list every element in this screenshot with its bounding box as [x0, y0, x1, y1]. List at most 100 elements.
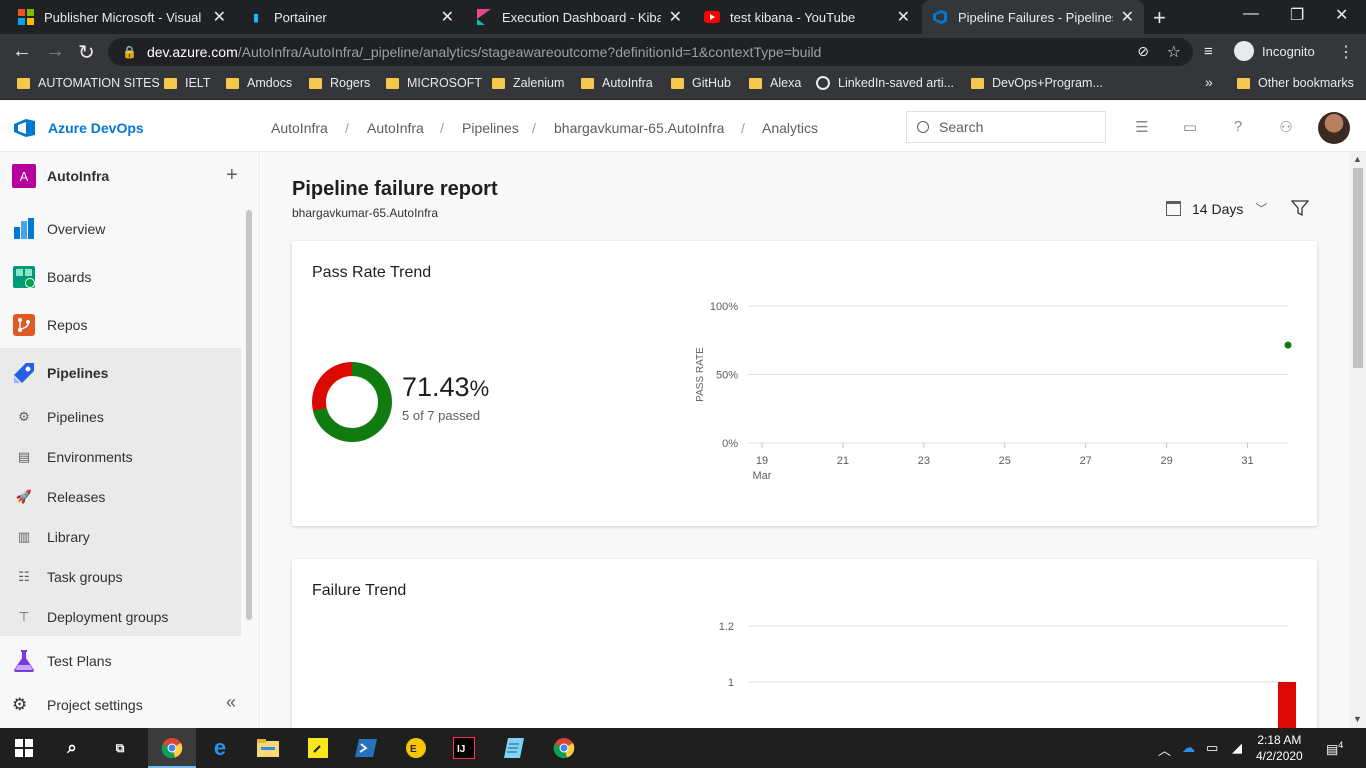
- sidebar-subitem-library[interactable]: ▥ Library: [0, 517, 241, 557]
- data-point[interactable]: [1284, 341, 1292, 349]
- restore-button[interactable]: ❐: [1290, 5, 1304, 25]
- incognito-indicator[interactable]: Incognito: [1234, 41, 1315, 61]
- close-window-button[interactable]: ✕: [1335, 5, 1348, 25]
- scrollbar-thumb[interactable]: [1353, 168, 1363, 368]
- filter-icon[interactable]: [1291, 199, 1309, 217]
- breadcrumb-project[interactable]: AutoInfra: [367, 120, 424, 136]
- clock-date: 4/2/2020: [1256, 749, 1303, 763]
- bookmark-item[interactable]: LinkedIn-saved arti...: [816, 76, 954, 90]
- help-icon[interactable]: ?: [1229, 118, 1247, 136]
- project-header[interactable]: A AutoInfra: [12, 164, 109, 188]
- blocked-cookies-icon[interactable]: ⊘: [1137, 43, 1149, 60]
- sidebar-item-test-plans[interactable]: Test Plans: [0, 641, 241, 681]
- bookmark-label: GitHub: [692, 76, 731, 90]
- forward-icon[interactable]: →: [45, 40, 65, 63]
- marketplace-bag-icon[interactable]: ▭: [1181, 118, 1199, 136]
- close-tab-icon[interactable]: ✕: [1121, 7, 1134, 27]
- close-tab-icon[interactable]: ✕: [213, 7, 226, 27]
- scroll-down-arrow-icon[interactable]: ▼: [1353, 714, 1362, 724]
- bookmark-item[interactable]: Amdocs: [226, 76, 292, 90]
- new-tab-button[interactable]: +: [1153, 5, 1166, 31]
- sidebar-subitem-releases[interactable]: 🚀 Releases: [0, 477, 241, 517]
- sidebar-subitem-pipelines[interactable]: ⚙ Pipelines: [0, 397, 241, 437]
- browser-tab-2[interactable]: Execution Dashboard - Kibana ✕: [466, 0, 692, 34]
- sidebar-item-label: Pipelines: [47, 365, 109, 381]
- sticky-notes-icon[interactable]: [306, 736, 330, 760]
- system-clock[interactable]: 2:18 AM 4/2/2020: [1256, 732, 1303, 764]
- sidebar-scrollbar[interactable]: [246, 210, 252, 620]
- bookmark-item[interactable]: Rogers: [309, 76, 370, 90]
- intellij-icon[interactable]: IJ: [452, 736, 476, 760]
- edge-icon[interactable]: e: [208, 735, 232, 760]
- windows-start-icon[interactable]: [12, 736, 36, 760]
- reload-icon[interactable]: ↻: [78, 40, 95, 65]
- tab-title: Portainer: [274, 9, 327, 25]
- breadcrumb-pipeline-name[interactable]: bhargavkumar-65.AutoInfra: [554, 120, 724, 136]
- close-tab-icon[interactable]: ✕: [669, 7, 682, 27]
- sidebar-subitem-environments[interactable]: ▤ Environments: [0, 437, 241, 477]
- notepad-icon[interactable]: [502, 736, 526, 760]
- sidebar-subitem-task-groups[interactable]: ☷ Task groups: [0, 557, 241, 597]
- sidebar-subitem-deployment-groups[interactable]: ⊤ Deployment groups: [0, 597, 241, 637]
- onedrive-icon[interactable]: ☁: [1182, 740, 1195, 756]
- date-range-label: 14 Days: [1192, 200, 1244, 217]
- notification-icon[interactable]: ▤4: [1326, 740, 1343, 757]
- date-range-dropdown[interactable]: 14 Days ﹀: [1166, 200, 1267, 217]
- bookmark-star-icon[interactable]: ☆: [1167, 42, 1181, 62]
- scroll-up-arrow-icon[interactable]: ▲: [1353, 154, 1362, 164]
- brand-name[interactable]: Azure DevOps: [48, 120, 144, 136]
- url-field[interactable]: 🔒 dev.azure.com/AutoInfra/AutoInfra/_pip…: [108, 38, 1193, 66]
- sidebar-item-overview[interactable]: Overview: [0, 209, 241, 249]
- close-tab-icon[interactable]: ✕: [897, 7, 910, 27]
- bookmark-label: Zalenium: [513, 76, 565, 90]
- wifi-icon[interactable]: ◢: [1232, 740, 1242, 756]
- azure-devops-logo-icon[interactable]: [14, 118, 36, 138]
- tray-chevron-icon[interactable]: ︿: [1158, 740, 1171, 759]
- browser-menu-icon[interactable]: ⋮: [1338, 42, 1354, 62]
- bookmarks-overflow-button[interactable]: »: [1205, 74, 1213, 90]
- file-explorer-icon[interactable]: [256, 736, 280, 760]
- sidebar-item-project-settings[interactable]: ⚙ Project settings: [0, 685, 241, 725]
- bookmark-item[interactable]: IELT: [164, 76, 210, 90]
- search-icon[interactable]: ⌕: [60, 736, 84, 760]
- close-tab-icon[interactable]: ✕: [441, 7, 454, 27]
- bookmark-item[interactable]: AutoInfra: [581, 76, 653, 90]
- avatar[interactable]: [1318, 112, 1350, 144]
- sidebar-item-repos[interactable]: Repos: [0, 305, 241, 345]
- add-icon[interactable]: +: [226, 164, 238, 187]
- folder-icon: [386, 77, 399, 89]
- bookmark-item[interactable]: Alexa: [749, 76, 801, 90]
- failure-bar[interactable]: [1278, 682, 1296, 728]
- user-settings-icon[interactable]: ⚇: [1277, 118, 1295, 136]
- chrome-icon-2[interactable]: [552, 736, 576, 760]
- bookmark-item[interactable]: AUTOMATION SITES: [17, 76, 160, 90]
- back-icon[interactable]: ←: [12, 40, 32, 63]
- other-bookmarks[interactable]: Other bookmarks: [1237, 76, 1354, 90]
- minimize-button[interactable]: —: [1243, 5, 1259, 23]
- browser-tab-0[interactable]: Publisher Microsoft - Visual Stu ✕: [8, 0, 236, 34]
- work-items-icon[interactable]: ☰: [1133, 118, 1151, 136]
- bookmark-item[interactable]: DevOps+Program...: [971, 76, 1103, 90]
- bookmark-item[interactable]: GitHub: [671, 76, 731, 90]
- bookmark-label: IELT: [185, 76, 211, 90]
- sidebar-item-pipelines[interactable]: Pipelines: [0, 353, 241, 393]
- breadcrumb-org[interactable]: AutoInfra: [271, 120, 328, 136]
- powershell-icon[interactable]: [354, 736, 378, 760]
- breadcrumb-analytics[interactable]: Analytics: [762, 120, 818, 136]
- bookmark-item[interactable]: MICROSOFT: [386, 76, 482, 90]
- chrome-icon[interactable]: [160, 736, 184, 760]
- browser-tab-4[interactable]: Pipeline Failures - Pipelines ✕: [922, 0, 1144, 34]
- reading-list-icon[interactable]: ≡: [1204, 43, 1213, 60]
- battery-icon[interactable]: ▭: [1206, 740, 1218, 756]
- eclipse-icon[interactable]: E: [404, 736, 428, 760]
- task-view-icon[interactable]: ⧉: [108, 736, 132, 760]
- collapse-sidebar-icon[interactable]: «: [226, 692, 236, 713]
- bookmark-label: DevOps+Program...: [992, 76, 1103, 90]
- sidebar-item-boards[interactable]: Boards: [0, 257, 241, 297]
- breadcrumb-pipelines[interactable]: Pipelines: [462, 120, 519, 136]
- page-scrollbar[interactable]: ▲ ▼: [1350, 152, 1366, 728]
- search-box[interactable]: Search: [906, 111, 1106, 143]
- browser-tab-3[interactable]: test kibana - YouTube ✕: [694, 0, 920, 34]
- browser-tab-1[interactable]: ▮ Portainer ✕: [238, 0, 464, 34]
- bookmark-item[interactable]: Zalenium: [492, 76, 564, 90]
